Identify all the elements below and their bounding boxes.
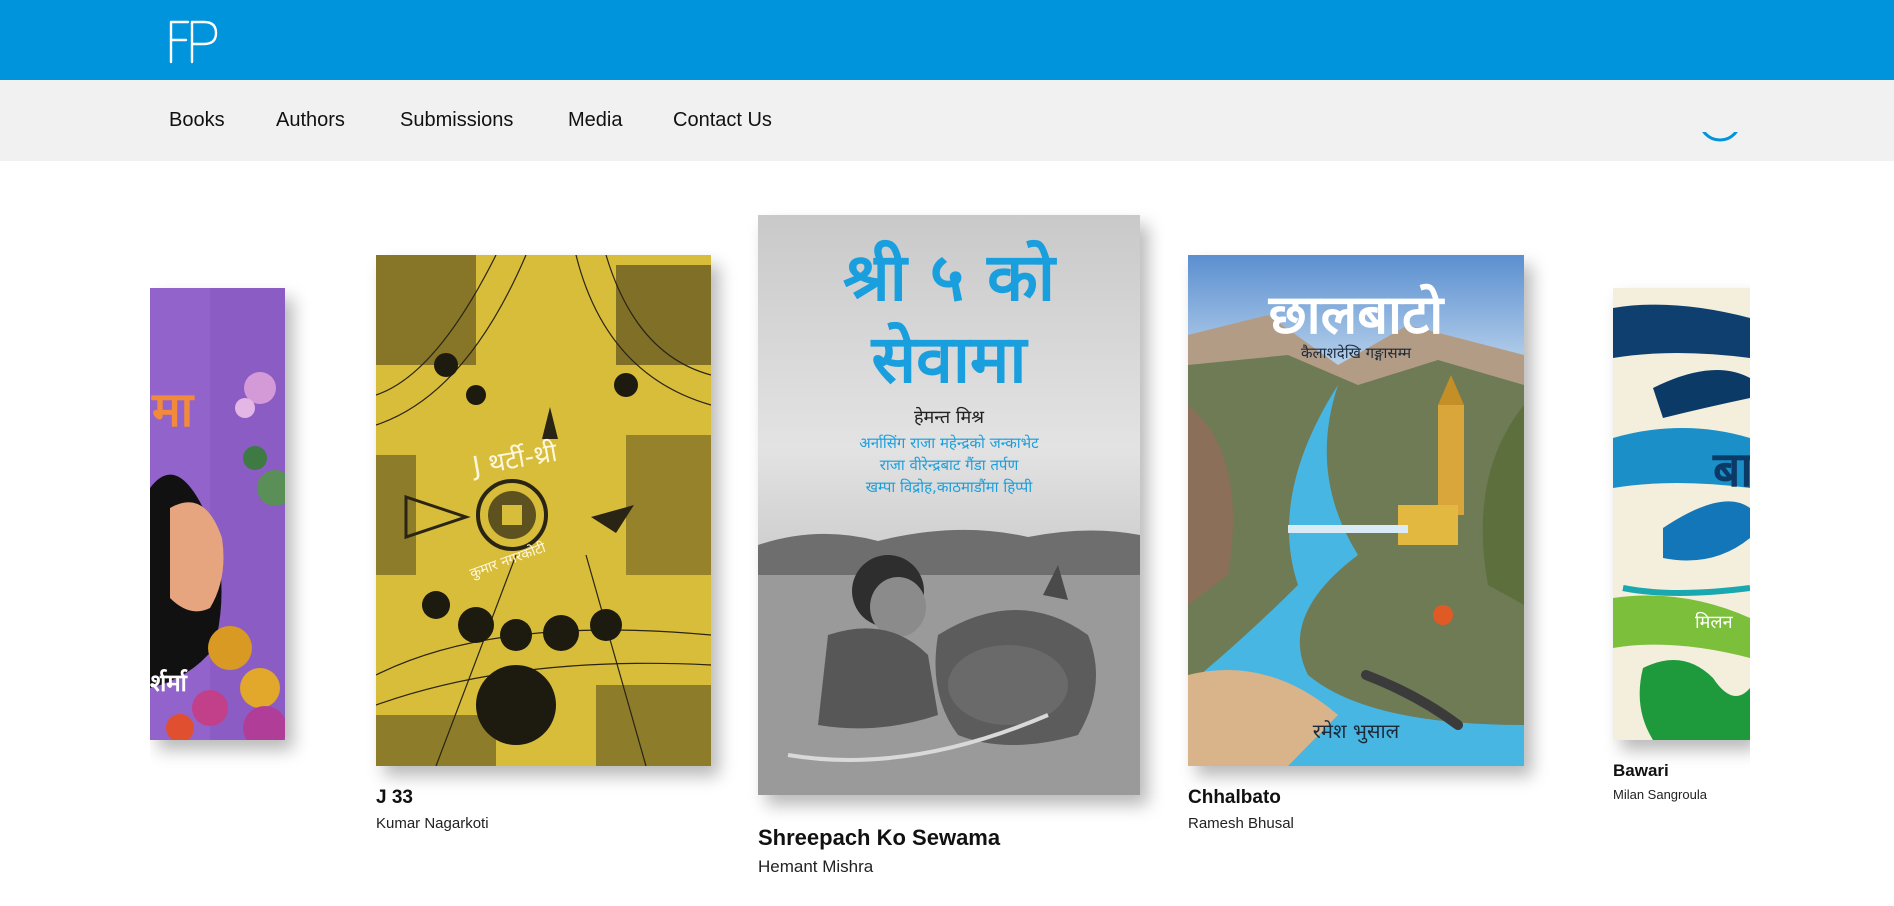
cover-tagline-text: अर्नासिंग राजा महेन्द्रको जन्काभेट	[859, 434, 1039, 452]
book-author: Milan Sangroula	[1613, 787, 1707, 802]
book-author: Ramesh Bhusal	[1188, 815, 1294, 832]
fp-logo[interactable]	[168, 20, 220, 64]
cover-title-text: मा	[152, 382, 194, 438]
book-cover[interactable]: बा मिलन	[1613, 288, 1750, 740]
book-author: Hemant Mishra	[758, 857, 874, 876]
book-carousel: मा र्शर्मा J थर्टी-थ्री कुमार नगरकोटी J …	[150, 161, 1750, 906]
cover-author-text: मिलन	[1695, 612, 1733, 633]
book-card[interactable]: बा मिलन Bawari Milan Sangroula	[1613, 288, 1750, 828]
book-card[interactable]: छालबाटो कैलाशदेखि गङ्गासम्म रमेश भुसाल C…	[1188, 255, 1524, 845]
scroll-indicator-icon[interactable]	[1698, 132, 1742, 164]
nav-books[interactable]: Books	[169, 80, 225, 161]
main-nav: Books Authors Submissions Media Contact …	[0, 80, 1894, 161]
book-title[interactable]: Bawari	[1613, 761, 1669, 781]
cover-subtitle-text: कैलाशदेखि गङ्गासम्म	[1300, 344, 1412, 362]
fp-logo-mark	[169, 20, 218, 64]
nav-media[interactable]: Media	[568, 80, 622, 161]
cover-author-text: हेमन्त मिश्र	[913, 407, 985, 428]
cover-tagline-text: राजा वीरेन्द्रबाट गैंडा तर्पण	[879, 456, 1019, 474]
book-cover[interactable]: J थर्टी-थ्री कुमार नगरकोटी	[376, 255, 711, 766]
book-cover[interactable]: मा र्शर्मा	[150, 288, 285, 740]
cover-title-text: श्री ५ को	[843, 239, 1055, 316]
cover-title-text: छालबाटो	[1268, 283, 1444, 346]
book-cover[interactable]: श्री ५ को सेवामा हेमन्त मिश्र अर्नासिंग …	[758, 215, 1140, 795]
book-author: Kumar Nagarkoti	[376, 815, 489, 832]
site-header	[0, 0, 1894, 80]
book-title[interactable]: Chhalbato	[1188, 787, 1281, 809]
cover-tagline-text: खम्पा विद्रोह,काठमाडौंमा हिप्पी	[865, 478, 1033, 496]
book-title[interactable]: Shreepach Ko Sewama	[758, 825, 1000, 851]
book-title[interactable]: J 33	[376, 787, 413, 809]
cover-author-text: रमेश भुसाल	[1312, 719, 1400, 743]
cover-subtitle-text: सेवामा	[871, 321, 1027, 398]
nav-authors[interactable]: Authors	[276, 80, 345, 161]
nav-submissions[interactable]: Submissions	[400, 80, 513, 161]
nav-contact-us[interactable]: Contact Us	[673, 80, 772, 161]
cover-title-text: बा	[1713, 442, 1750, 498]
book-cover[interactable]: छालबाटो कैलाशदेखि गङ्गासम्म रमेश भुसाल	[1188, 255, 1524, 766]
cover-author-text: र्शर्मा	[150, 669, 187, 697]
book-card[interactable]: J थर्टी-थ्री कुमार नगरकोटी J 33 Kumar Na…	[376, 255, 711, 845]
book-card[interactable]: श्री ५ को सेवामा हेमन्त मिश्र अर्नासिंग …	[758, 215, 1140, 905]
book-card[interactable]: मा र्शर्मा	[150, 288, 285, 768]
